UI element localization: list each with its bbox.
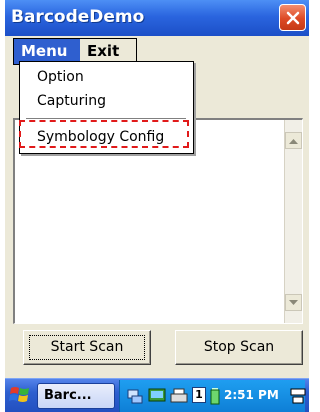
- keyboard-icon[interactable]: [290, 387, 306, 405]
- scroll-track[interactable]: [285, 152, 302, 290]
- scroll-down-icon: [289, 299, 298, 305]
- start-scan-button[interactable]: Start Scan: [23, 330, 151, 365]
- vertical-scrollbar[interactable]: [284, 120, 302, 323]
- taskbar: Barc... 1 2:51 PM: [5, 378, 309, 412]
- menu-separator: [26, 118, 186, 119]
- windows-start-icon[interactable]: [9, 384, 31, 406]
- scroll-down-button[interactable]: [285, 294, 302, 311]
- system-tray: 1 2:51 PM: [119, 380, 306, 412]
- title-bar: BarcodeDemo: [5, 0, 309, 36]
- device-screen: BarcodeDemo Menu Exit Option Capturing S…: [5, 0, 309, 412]
- printer-icon[interactable]: [170, 387, 188, 405]
- stop-scan-button[interactable]: Stop Scan: [175, 330, 303, 365]
- focus-rectangle: [29, 335, 145, 360]
- menu-item-capturing[interactable]: Capturing: [21, 90, 192, 112]
- menu-item-option[interactable]: Option: [21, 66, 192, 88]
- input-panel-badge[interactable]: 1: [192, 387, 206, 403]
- battery-icon[interactable]: [210, 387, 220, 405]
- close-icon: [286, 11, 300, 25]
- window-title: BarcodeDemo: [11, 7, 145, 27]
- close-button[interactable]: [279, 4, 306, 31]
- desktop-icon[interactable]: [148, 387, 166, 405]
- taskbar-app-button[interactable]: Barc...: [37, 383, 115, 409]
- symbology-highlight-annotation: [19, 120, 189, 148]
- stop-scan-label: Stop Scan: [203, 339, 275, 355]
- clock[interactable]: 2:51 PM: [224, 388, 279, 402]
- scroll-up-button[interactable]: [285, 132, 302, 149]
- scroll-up-icon: [289, 138, 298, 144]
- network-icon[interactable]: [126, 387, 144, 405]
